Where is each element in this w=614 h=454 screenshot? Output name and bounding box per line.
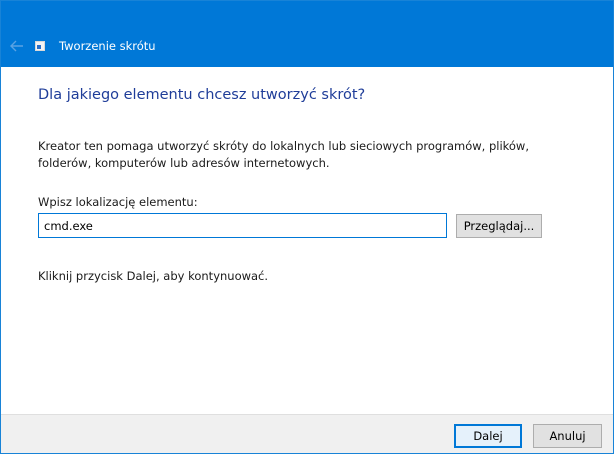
window-title: Tworzenie skrótu — [59, 39, 156, 53]
continue-hint: Kliknij przycisk Dalej, aby kontynuować. — [38, 269, 269, 283]
wizard-heading: Dla jakiego elementu chcesz utworzyć skr… — [38, 87, 366, 103]
wizard-content: Dla jakiego elementu chcesz utworzyć skr… — [1, 67, 613, 414]
shortcut-icon — [35, 41, 45, 51]
wizard-description: Kreator ten pomaga utworzyć skróty do lo… — [38, 139, 529, 170]
location-label: Wpisz lokalizację elementu: — [38, 195, 198, 209]
cancel-button[interactable]: Anuluj — [533, 424, 602, 448]
create-shortcut-window: Tworzenie skrótu Dla jakiego elementu ch… — [0, 0, 614, 454]
wizard-footer: Dalej Anuluj — [1, 414, 613, 453]
arrow-left-icon — [10, 40, 23, 52]
location-input[interactable] — [38, 213, 447, 238]
next-button[interactable]: Dalej — [454, 424, 522, 448]
browse-button[interactable]: Przeglądaj... — [456, 214, 542, 238]
title-bar: Tworzenie skrótu — [1, 1, 613, 67]
back-button[interactable] — [5, 35, 29, 57]
